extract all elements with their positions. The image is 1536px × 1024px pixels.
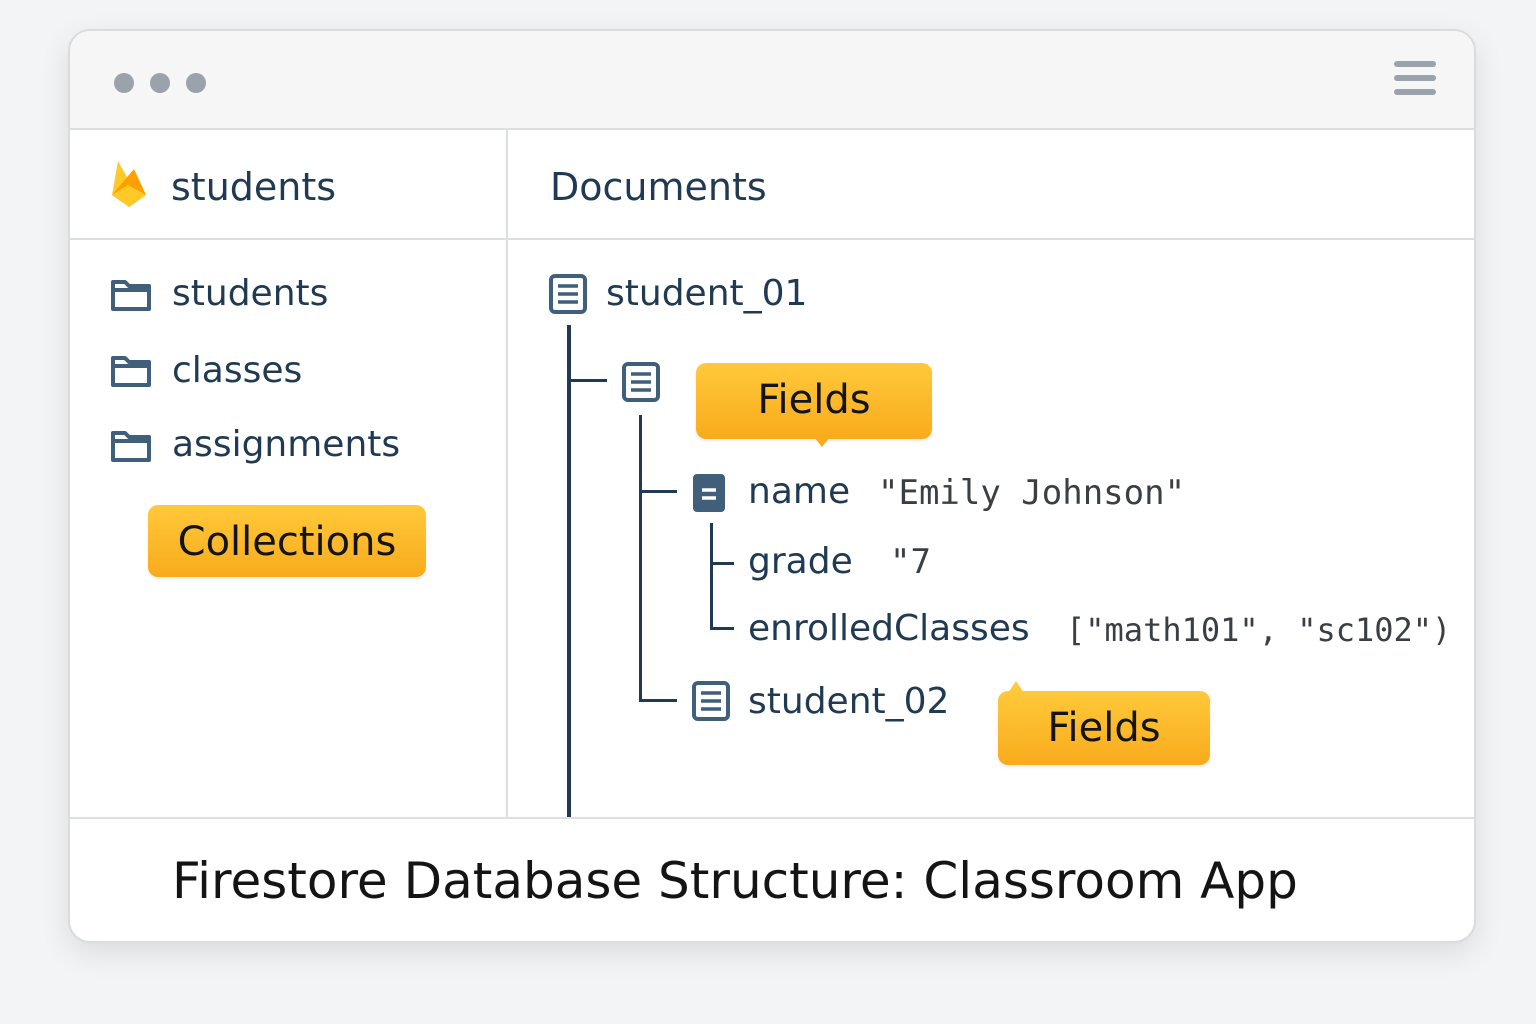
document-icon	[549, 274, 587, 314]
field-value: "Emily Johnson"	[878, 473, 1186, 513]
collections-callout: Collections	[148, 505, 426, 577]
field-value: ["math101", "sc102")	[1066, 611, 1452, 649]
window-control-dot[interactable]	[114, 73, 134, 93]
documents-header: Documents	[550, 165, 767, 209]
tree-line	[639, 699, 677, 702]
document-label: student_02	[748, 681, 950, 722]
folder-icon	[111, 431, 151, 462]
sidebar-header-title: students	[171, 165, 337, 209]
sidebar-item-label: classes	[172, 350, 303, 391]
sidebar-item-label: students	[172, 273, 329, 314]
window-control-dot[interactable]	[186, 73, 206, 93]
firebase-logo-icon	[112, 161, 146, 207]
fields-callout: Fields	[696, 363, 932, 439]
app-window: students students classes assignments Co…	[68, 29, 1476, 943]
folder-icon	[111, 280, 151, 311]
footer-title: Firestore Database Structure: Classroom …	[172, 852, 1298, 910]
fields-callout: Fields	[998, 691, 1210, 765]
tree-line	[567, 379, 607, 382]
sidebar-item-label: assignments	[172, 424, 401, 465]
field-key: grade	[748, 541, 853, 582]
document-icon[interactable]	[622, 362, 660, 402]
footer-divider	[70, 817, 1474, 819]
hamburger-menu-icon[interactable]	[1394, 61, 1436, 103]
tree-line	[710, 523, 713, 629]
tree-line	[710, 627, 734, 630]
tree-line	[639, 415, 642, 701]
tree-line	[710, 562, 734, 565]
document-icon	[692, 681, 730, 721]
document-label: student_01	[606, 273, 808, 314]
title-bar	[70, 31, 1474, 130]
header-divider	[70, 238, 1474, 240]
field-key: enrolledClasses	[748, 608, 1030, 649]
callout-pointer	[814, 437, 830, 447]
field-icon	[693, 474, 725, 512]
tree-line	[567, 325, 571, 817]
field-key: name	[748, 471, 851, 512]
folder-icon	[111, 356, 151, 387]
pane-divider	[506, 128, 508, 817]
tree-line	[639, 490, 677, 493]
field-value: "7	[890, 542, 931, 582]
window-control-dot[interactable]	[150, 73, 170, 93]
